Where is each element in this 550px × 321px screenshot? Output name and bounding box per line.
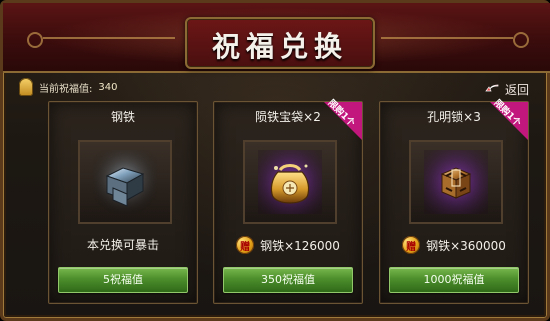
card-description: 本兑换可暴击 (86, 238, 159, 252)
gift-badge-text: 赠 (240, 241, 251, 253)
gift-row: 赠 钢铁×360000 (380, 236, 528, 254)
panel-header: 祝福兑换 (3, 3, 550, 73)
gift-badge-icon: 赠 (236, 236, 255, 254)
bell-icon (19, 78, 33, 96)
gift-badge-text: 赠 (406, 241, 417, 253)
exchange-button[interactable]: 5祝福值 (58, 267, 188, 293)
blessing-value-row: 当前祝福值: 340 (19, 75, 117, 99)
page-title: 祝福兑换 (211, 30, 348, 63)
blessing-value: 340 (98, 81, 118, 93)
exchange-card-meteor-bag: 限购1个 陨铁宝袋×2 赠 钢铁×126000 350祝福值 (213, 98, 363, 304)
blessing-label: 当前祝福值: (39, 83, 93, 95)
card-title: 钢铁 (110, 110, 135, 124)
item-frame (78, 140, 172, 224)
item-frame (243, 140, 337, 224)
exchange-card-steel: 钢铁 本兑换可暴击 5祝福值 (48, 101, 198, 304)
card-title: 陨铁宝袋×2 (255, 110, 321, 124)
title-plate: 祝福兑换 (185, 17, 375, 69)
exchange-button[interactable]: 350祝福值 (223, 267, 353, 293)
blessing-exchange-panel: 祝福兑换 当前祝福值: 340 返回 钢铁 本兑换可暴击 5祝福值 限购1个 陨… (0, 0, 550, 321)
exchange-button[interactable]: 1000祝福值 (389, 267, 519, 293)
steel-ingot-icon (93, 150, 157, 214)
kongming-lock-icon (424, 150, 488, 214)
gift-row: 赠 钢铁×126000 (214, 236, 362, 254)
treasure-bag-icon (258, 150, 322, 214)
gift-badge-icon: 赠 (402, 236, 421, 254)
header-flourish-left (27, 32, 175, 48)
gift-label: 钢铁×126000 (260, 238, 340, 253)
gift-label: 钢铁×360000 (426, 238, 506, 253)
item-frame (409, 140, 503, 224)
exchange-card-kongming-lock: 限购1个 孔明锁×3 赠 钢铁×360000 1000祝福值 (379, 98, 529, 304)
back-label: 返回 (504, 82, 529, 97)
header-flourish-right (381, 32, 529, 48)
card-title: 孔明锁×3 (427, 110, 481, 124)
